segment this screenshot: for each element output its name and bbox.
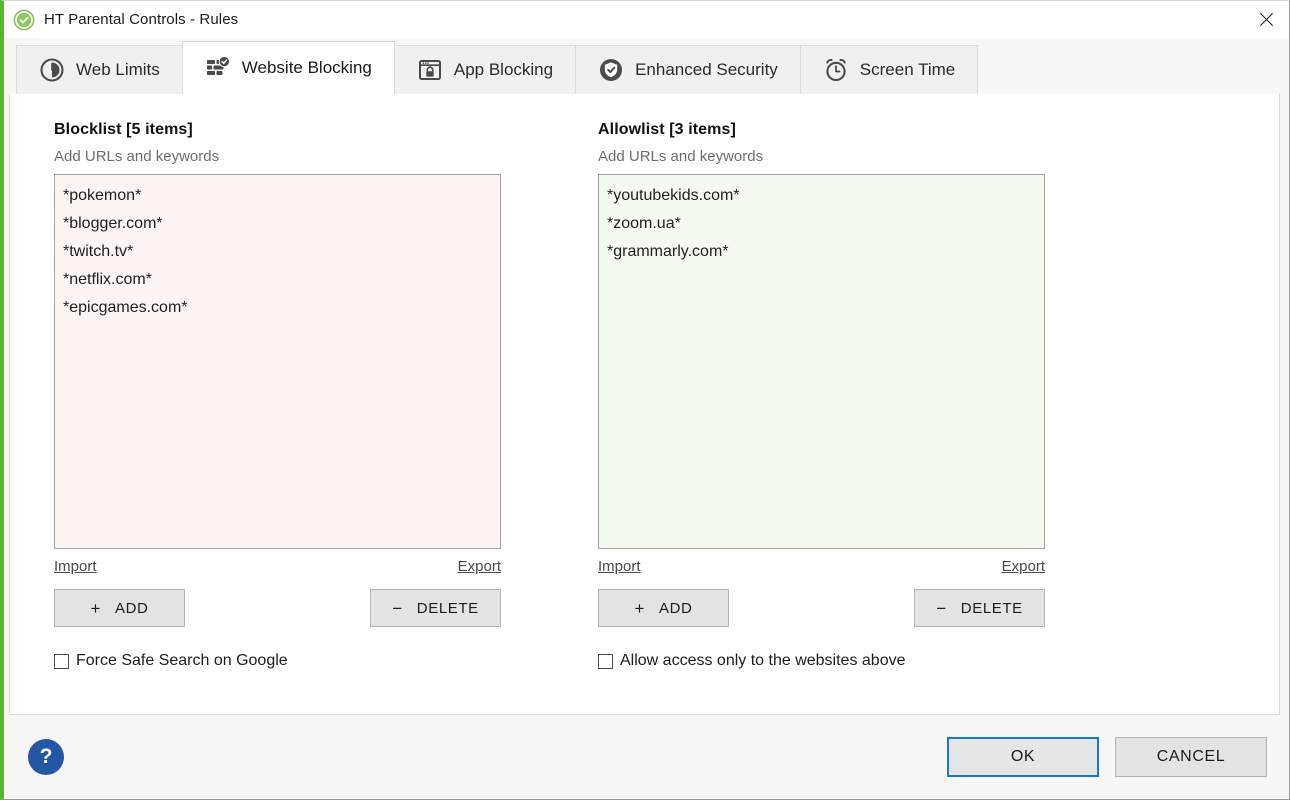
list-item[interactable]: *twitch.tv* bbox=[63, 238, 492, 266]
rules-dialog-window: HT Parental Controls - Rules Web Limits bbox=[0, 0, 1290, 800]
blocklist-delete-button[interactable]: − DELETE bbox=[370, 589, 501, 627]
minus-icon: − bbox=[936, 598, 947, 618]
allowlist-column: Allowlist [3 items] Add URLs and keyword… bbox=[555, 121, 1100, 670]
force-safe-search-checkbox-row[interactable]: Force Safe Search on Google bbox=[54, 652, 555, 670]
tab-strip: Web Limits Website Blocking App Blocking… bbox=[4, 38, 1289, 94]
button-label: DELETE bbox=[416, 599, 479, 617]
button-label: DELETE bbox=[960, 599, 1023, 617]
window-title: HT Parental Controls - Rules bbox=[44, 11, 239, 28]
tab-label: Web Limits bbox=[76, 60, 160, 79]
blocklist-buttons: + ADD − DELETE bbox=[54, 589, 501, 627]
tab-label: Screen Time bbox=[859, 60, 956, 79]
tab-website-blocking[interactable]: Website Blocking bbox=[181, 41, 395, 94]
list-item[interactable]: *blogger.com* bbox=[63, 210, 492, 238]
allow-only-listed-checkbox[interactable] bbox=[598, 653, 613, 669]
allowlist-add-button[interactable]: + ADD bbox=[598, 589, 729, 627]
question-mark-icon[interactable]: ? bbox=[28, 739, 64, 775]
list-item[interactable]: *youtubekids.com* bbox=[607, 182, 1036, 210]
blocklist-links: Import Export bbox=[54, 558, 501, 575]
tab-label: Enhanced Security bbox=[635, 60, 778, 79]
button-label: ADD bbox=[115, 599, 149, 617]
list-item[interactable]: *pokemon* bbox=[63, 182, 492, 210]
close-icon[interactable] bbox=[1243, 1, 1289, 37]
list-item[interactable]: *netflix.com* bbox=[63, 266, 492, 294]
list-item[interactable]: *zoom.ua* bbox=[607, 210, 1036, 238]
clock-pie-icon bbox=[39, 57, 65, 83]
ok-button[interactable]: OK bbox=[947, 737, 1099, 777]
dialog-footer: ? OK CANCEL bbox=[4, 715, 1289, 799]
tab-web-limits[interactable]: Web Limits bbox=[16, 45, 183, 94]
shield-check-icon bbox=[13, 9, 35, 31]
minus-icon: − bbox=[392, 598, 403, 618]
allowlist-subtitle: Add URLs and keywords bbox=[598, 148, 764, 165]
allowlist-delete-button[interactable]: − DELETE bbox=[914, 589, 1045, 627]
allowlist-textarea[interactable]: *youtubekids.com* *zoom.ua* *grammarly.c… bbox=[598, 174, 1045, 549]
button-label: ADD bbox=[659, 599, 693, 617]
footer-actions: OK CANCEL bbox=[947, 737, 1267, 777]
blocklist-subtitle: Add URLs and keywords bbox=[54, 148, 220, 165]
list-item[interactable]: *epicgames.com* bbox=[63, 294, 492, 322]
plus-icon: + bbox=[90, 598, 102, 618]
shield-check-icon bbox=[598, 57, 624, 83]
plus-icon: + bbox=[634, 598, 646, 618]
tab-content-panel: Blocklist [5 items] Add URLs and keyword… bbox=[9, 94, 1280, 715]
blocklist-title: Blocklist [5 items] bbox=[54, 121, 193, 138]
tab-app-blocking[interactable]: App Blocking bbox=[393, 45, 577, 94]
blocklist-textarea[interactable]: *pokemon* *blogger.com* *twitch.tv* *net… bbox=[54, 174, 501, 549]
brick-wall-check-icon bbox=[205, 55, 231, 81]
blocklist-export-link[interactable]: Export bbox=[458, 558, 501, 575]
allowlist-import-link[interactable]: Import bbox=[598, 558, 641, 575]
blocklist-add-button[interactable]: + ADD bbox=[54, 589, 185, 627]
allowlist-export-link[interactable]: Export bbox=[1002, 558, 1045, 575]
blocklist-import-link[interactable]: Import bbox=[54, 558, 97, 575]
lists-container: Blocklist [5 items] Add URLs and keyword… bbox=[10, 94, 1279, 670]
allowlist-buttons: + ADD − DELETE bbox=[598, 589, 1045, 627]
tab-enhanced-security[interactable]: Enhanced Security bbox=[575, 45, 801, 94]
alarm-clock-icon bbox=[823, 57, 849, 83]
allow-only-listed-checkbox-row[interactable]: Allow access only to the websites above bbox=[598, 652, 1100, 670]
window-lock-icon bbox=[417, 57, 443, 83]
title-bar: HT Parental Controls - Rules bbox=[4, 1, 1289, 38]
list-item[interactable]: *grammarly.com* bbox=[607, 238, 1036, 266]
cancel-button[interactable]: CANCEL bbox=[1115, 737, 1267, 777]
tab-screen-time[interactable]: Screen Time bbox=[799, 45, 979, 94]
allowlist-title: Allowlist [3 items] bbox=[598, 121, 736, 138]
force-safe-search-label: Force Safe Search on Google bbox=[76, 652, 288, 669]
force-safe-search-checkbox[interactable] bbox=[54, 653, 69, 669]
blocklist-column: Blocklist [5 items] Add URLs and keyword… bbox=[10, 121, 555, 670]
tab-label: App Blocking bbox=[453, 60, 554, 79]
tab-label: Website Blocking bbox=[241, 58, 372, 77]
allow-only-listed-label: Allow access only to the websites above bbox=[620, 652, 906, 669]
allowlist-links: Import Export bbox=[598, 558, 1045, 575]
